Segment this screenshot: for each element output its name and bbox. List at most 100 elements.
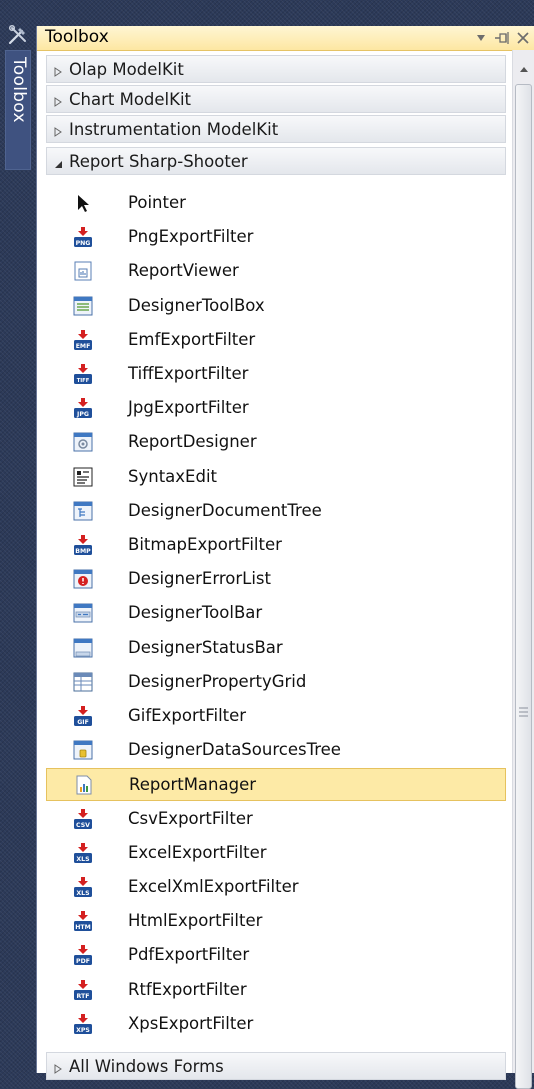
dropdown-icon[interactable] [473, 30, 489, 46]
toolbox-item[interactable]: HTM HtmlExportFilter [46, 905, 506, 938]
pin-icon[interactable] [494, 30, 510, 46]
toolbox-item-label: ExcelXmlExportFilter [128, 877, 299, 896]
pdf-export-icon: PDF [73, 945, 93, 966]
toolbox-item-label: GifExportFilter [128, 706, 247, 725]
category-instrumentation-modelkit[interactable]: Instrumentation ModelKit [46, 115, 506, 143]
error-list-icon [73, 569, 93, 589]
toolbox-side-tab[interactable]: Toolbox [5, 50, 31, 170]
toolbox-item-label: TiffExportFilter [128, 364, 249, 383]
toolbox-item-label: XpsExportFilter [128, 1013, 254, 1033]
toolbox-item-label: DesignerToolBox [128, 295, 265, 315]
toolbox-title: Toolbox [45, 27, 109, 47]
csv-export-icon: CSV [73, 808, 93, 829]
toolbox-item[interactable]: TIFF TiffExportFilter [46, 358, 506, 391]
toolbox-item[interactable]: ReportManager [46, 768, 506, 802]
toolbox-item[interactable]: DesignerToolBar [46, 597, 506, 630]
toolbox-item[interactable]: DesignerToolBox [46, 290, 506, 323]
category-label: Instrumentation ModelKit [69, 120, 279, 139]
report-manager-icon [74, 775, 94, 795]
svg-text:TIFF: TIFF [77, 378, 90, 384]
scrollbar-thumb[interactable] [515, 84, 532, 1089]
toolbox-item-label: DesignerErrorList [128, 569, 271, 589]
svg-text:XPS: XPS [76, 1027, 90, 1034]
toolbox-item[interactable]: Pointer [46, 187, 506, 220]
toolbox-sidebar: Toolbox [0, 0, 36, 1073]
toolbox-item-label: DesignerToolBar [128, 603, 263, 623]
vertical-scrollbar[interactable] [512, 50, 534, 1089]
designer-toolbox-icon [73, 296, 93, 316]
category-label: Chart ModelKit [69, 90, 192, 109]
toolbox-item-label: DesignerPropertyGrid [128, 671, 307, 691]
close-icon[interactable] [515, 30, 531, 46]
xls-xml-export-icon: XLS [73, 877, 93, 897]
statusbar-icon [73, 638, 93, 658]
toolbox-item[interactable]: XLS ExcelExportFilter [46, 837, 506, 870]
toolbox-item-label: DesignerDocumentTree [128, 500, 322, 520]
toolbox-item-label: ReportViewer [128, 261, 239, 281]
toolbox-item[interactable]: ReportDesigner [46, 426, 506, 459]
toolbox-item[interactable]: PDF PdfExportFilter [46, 939, 506, 972]
toolbox-item[interactable]: DesignerStatusBar [46, 632, 506, 665]
document-tree-icon [73, 501, 93, 521]
toolbox-title-bar: Toolbox [37, 26, 534, 51]
toolbox-item[interactable]: BMP BitmapExportFilter [46, 529, 506, 562]
expand-arrow-icon [52, 1060, 64, 1074]
category-olap-modelkit[interactable]: Olap ModelKit [46, 55, 506, 83]
rtf-export-icon: RTF [73, 979, 93, 1000]
toolbox-side-tab-label: Toolbox [9, 57, 29, 123]
toolbox-item[interactable]: EMF EmfExportFilter [46, 324, 506, 357]
category-chart-modelkit[interactable]: Chart ModelKit [46, 85, 506, 113]
xps-export-icon: XPS [73, 1013, 93, 1034]
bmp-export-icon: BMP [73, 535, 93, 555]
toolbox-item[interactable]: ReportViewer [46, 255, 506, 288]
gif-export-icon: GIF [73, 706, 93, 726]
toolbox-item[interactable]: DesignerErrorList [46, 563, 506, 596]
expand-arrow-icon [52, 93, 64, 107]
toolbox-item-label: ExcelExportFilter [128, 842, 267, 862]
svg-text:CSV: CSV [76, 822, 90, 829]
datasources-tree-icon [73, 740, 93, 760]
toolbox-item-label: CsvExportFilter [128, 808, 253, 828]
toolbox-item[interactable]: SyntaxEdit [46, 461, 506, 494]
svg-text:PDF: PDF [76, 958, 90, 965]
toolbox-item-label: EmfExportFilter [128, 329, 256, 349]
toolbox-item[interactable]: JPG JpgExportFilter [46, 392, 506, 425]
toolbox-item[interactable]: RTF RtfExportFilter [46, 974, 506, 1007]
toolbox-item[interactable]: DesignerDocumentTree [46, 495, 506, 528]
expand-arrow-icon [52, 63, 64, 77]
toolbox-item[interactable]: XPS XpsExportFilter [46, 1008, 506, 1041]
toolbox-item[interactable]: CSV CsvExportFilter [46, 803, 506, 836]
toolbox-item-label: RtfExportFilter [128, 979, 247, 999]
category-report-sharp-shooter[interactable]: Report Sharp-Shooter [46, 147, 506, 175]
scroll-up-arrow-icon[interactable] [518, 59, 530, 72]
category-label: All Windows Forms [69, 1057, 224, 1076]
toolbox-item-label: SyntaxEdit [128, 466, 217, 486]
toolbox-item-label: ReportDesigner [128, 432, 257, 452]
category-label: Report Sharp-Shooter [69, 152, 248, 171]
svg-text:XLS: XLS [76, 890, 89, 897]
grip-icon [519, 703, 528, 717]
png-export-icon: PNG [73, 227, 93, 248]
toolbox-icon [7, 24, 29, 46]
emf-export-icon: EMF [73, 329, 93, 350]
toolbox-item[interactable]: XLS ExcelXmlExportFilter [46, 871, 506, 904]
pointer-icon [73, 193, 93, 213]
toolbox-item[interactable]: PNG PngExportFilter [46, 221, 506, 254]
toolbox-item-label: JpgExportFilter [128, 398, 249, 418]
xls-export-icon: XLS [73, 842, 93, 863]
toolbox-item-label: Pointer [128, 193, 186, 212]
toolbox-item-label: PngExportFilter [128, 227, 254, 247]
htm-export-icon: HTM [73, 911, 93, 932]
svg-text:PNG: PNG [76, 240, 91, 247]
collapse-arrow-icon [52, 155, 64, 168]
tiff-export-icon: TIFF [73, 364, 93, 384]
category-all-windows-forms[interactable]: All Windows Forms [46, 1052, 506, 1080]
report-viewer-icon [73, 261, 93, 281]
toolbox-item-label: DesignerDataSourcesTree [128, 740, 341, 760]
svg-text:XLS: XLS [76, 856, 89, 863]
jpg-export-icon: JPG [73, 398, 93, 419]
toolbox-item[interactable]: GIF GifExportFilter [46, 700, 506, 733]
svg-text:HTM: HTM [75, 924, 91, 931]
toolbox-item[interactable]: DesignerPropertyGrid [46, 666, 506, 699]
toolbox-item[interactable]: DesignerDataSourcesTree [46, 734, 506, 767]
